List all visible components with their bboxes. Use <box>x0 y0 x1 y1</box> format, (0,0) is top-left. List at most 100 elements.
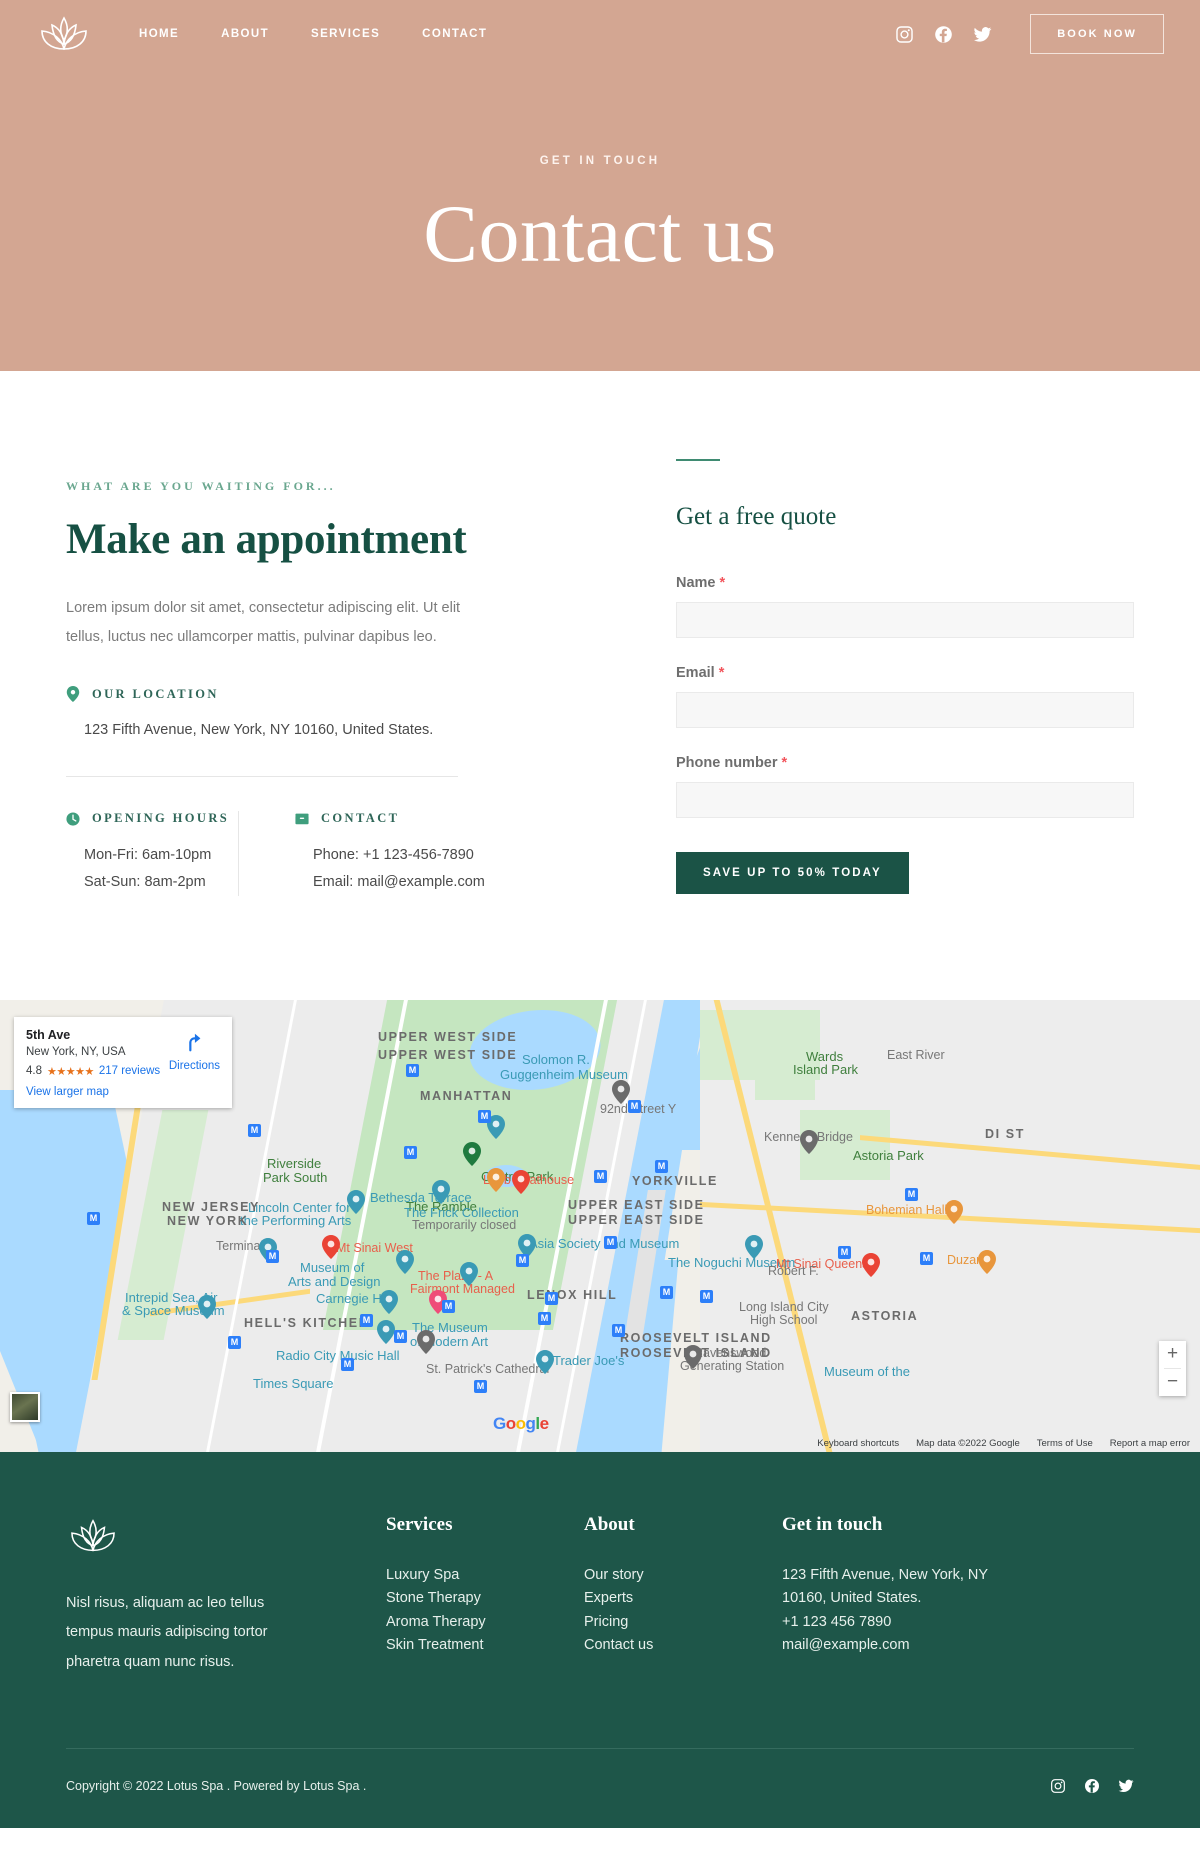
section-paragraph: Lorem ipsum dolor sit amet, consectetur … <box>66 600 461 646</box>
map-subway-marker[interactable]: M <box>838 1245 851 1259</box>
appointment-info-column: WHAT ARE YOU WAITING FOR... Make an appo… <box>66 459 576 896</box>
opening-hours-header: OPENING HOURS <box>66 811 238 827</box>
nav-item-services[interactable]: SERVICES <box>290 28 401 40</box>
map-marker-pin[interactable] <box>432 1179 450 1204</box>
map-marker-pin[interactable] <box>684 1344 702 1369</box>
footer-link-our-story[interactable]: Our story <box>584 1564 782 1587</box>
map-marker-pin[interactable] <box>536 1349 554 1374</box>
map-subway-marker[interactable]: M <box>87 1211 100 1225</box>
site-footer: Nisl risus, aliquam ac leo tellus tempus… <box>0 1451 1200 1828</box>
lotus-logo[interactable] <box>66 1514 120 1558</box>
map-marker-pin[interactable] <box>460 1261 478 1286</box>
map-zoom-out-button[interactable]: − <box>1159 1369 1186 1396</box>
map-subway-marker[interactable]: M <box>660 1285 673 1299</box>
map-satellite-thumbnail[interactable] <box>10 1391 40 1422</box>
map-subway-marker[interactable]: M <box>655 1159 668 1173</box>
map-subway-marker[interactable]: M <box>920 1251 933 1265</box>
twitter-icon[interactable] <box>1118 1778 1134 1794</box>
map-directions-button[interactable]: Directions <box>169 1031 220 1072</box>
footer-link-aroma-therapy[interactable]: Aroma Therapy <box>386 1611 584 1634</box>
instagram-icon[interactable] <box>895 25 914 44</box>
contact-details-block: CONTACT Phone: +1 123-456-7890 Email: ma… <box>238 810 576 896</box>
map-marker-pin[interactable] <box>978 1249 996 1274</box>
map-marker-pin[interactable] <box>347 1189 365 1214</box>
instagram-icon[interactable] <box>1050 1778 1066 1794</box>
footer-link-stone-therapy[interactable]: Stone Therapy <box>386 1587 584 1610</box>
facebook-icon[interactable] <box>1084 1778 1100 1794</box>
map-subway-marker[interactable]: M <box>516 1253 529 1267</box>
footer-link-pricing[interactable]: Pricing <box>584 1611 782 1634</box>
our-location-label: OUR LOCATION <box>92 686 219 701</box>
map-subway-marker[interactable]: M <box>474 1379 487 1393</box>
map-subway-marker[interactable]: M <box>538 1311 551 1325</box>
contact-section: WHAT ARE YOU WAITING FOR... Make an appo… <box>0 371 1200 1000</box>
lotus-logo[interactable] <box>36 11 92 57</box>
map-marker-pin[interactable] <box>380 1289 398 1314</box>
map-keyboard-shortcuts[interactable]: Keyboard shortcuts <box>817 1438 899 1449</box>
map-subway-marker[interactable]: M <box>545 1291 558 1305</box>
footer-social-links <box>1050 1778 1134 1794</box>
phone-input[interactable] <box>676 782 1134 818</box>
facebook-icon[interactable] <box>934 25 953 44</box>
footer-email[interactable]: mail@example.com <box>782 1634 1134 1657</box>
book-now-button[interactable]: BOOK NOW <box>1030 14 1164 54</box>
map-zoom-in-button[interactable]: + <box>1159 1341 1186 1368</box>
map-subway-marker[interactable]: M <box>628 1099 641 1113</box>
map-marker-pin[interactable] <box>396 1249 414 1274</box>
page-title: Contact us <box>423 187 777 279</box>
map-report-error[interactable]: Report a map error <box>1110 1438 1190 1449</box>
map-subway-marker[interactable]: M <box>700 1289 713 1303</box>
map-marker-pin[interactable] <box>945 1199 963 1224</box>
nav-item-contact[interactable]: CONTACT <box>401 28 508 40</box>
map-subway-marker[interactable]: M <box>341 1357 354 1371</box>
map-subway-marker[interactable]: M <box>406 1063 419 1077</box>
footer-link-contact-us[interactable]: Contact us <box>584 1634 782 1657</box>
nav-item-about[interactable]: ABOUT <box>200 28 290 40</box>
map-subway-marker[interactable]: M <box>478 1109 491 1123</box>
map-marker-pin[interactable] <box>463 1141 481 1166</box>
map-place-card[interactable]: 5th Ave New York, NY, USA 4.8 ★★★★★ 217 … <box>14 1016 232 1108</box>
nav-item-home[interactable]: HOME <box>118 28 200 40</box>
footer-phone[interactable]: +1 123 456 7890 <box>782 1611 1134 1634</box>
map-marker-pin[interactable] <box>862 1252 880 1277</box>
map-subway-marker[interactable]: M <box>266 1249 279 1263</box>
map-zoom-controls[interactable]: + − <box>1159 1340 1186 1396</box>
view-larger-map-link[interactable]: View larger map <box>26 1086 220 1098</box>
map-subway-marker[interactable]: M <box>360 1313 373 1327</box>
map-place-stars: ★★★★★ <box>47 1065 94 1078</box>
map-subway-marker[interactable]: M <box>604 1235 617 1249</box>
map-marker-pin[interactable] <box>800 1129 818 1154</box>
map-marker-pin[interactable] <box>487 1167 505 1192</box>
location-map[interactable]: UPPER WEST SIDE UPPER WEST SIDE MANHATTAN S… <box>0 999 1200 1452</box>
map-marker-pin[interactable] <box>417 1329 435 1354</box>
map-subway-marker[interactable]: M <box>248 1123 261 1137</box>
map-subway-marker[interactable]: M <box>905 1187 918 1201</box>
submit-quote-button[interactable]: SAVE UP TO 50% TODAY <box>676 852 909 894</box>
opening-hours-block: OPENING HOURS Mon-Fri: 6am-10pm Sat-Sun:… <box>66 811 238 896</box>
footer-link-luxury-spa[interactable]: Luxury Spa <box>386 1564 584 1587</box>
map-place-reviews[interactable]: 217 reviews <box>99 1065 160 1077</box>
map-marker-pin[interactable] <box>198 1294 216 1319</box>
footer-link-skin-treatment[interactable]: Skin Treatment <box>386 1634 584 1657</box>
map-subway-marker[interactable]: M <box>442 1299 455 1313</box>
map-marker-pin[interactable] <box>512 1169 530 1194</box>
map-terms-of-use[interactable]: Terms of Use <box>1037 1438 1093 1449</box>
phone-field-group: Phone number * <box>676 755 1134 818</box>
map-subway-marker[interactable]: M <box>612 1323 625 1337</box>
name-input[interactable] <box>676 602 1134 638</box>
map-marker-pin[interactable] <box>322 1234 340 1259</box>
map-marker-pin[interactable] <box>745 1234 763 1259</box>
form-title: Get a free quote <box>676 503 837 530</box>
map-marker-pin[interactable] <box>377 1319 395 1344</box>
map-subway-marker[interactable]: M <box>404 1145 417 1159</box>
footer-link-experts[interactable]: Experts <box>584 1587 782 1610</box>
email-field-group: Email * <box>676 665 1134 728</box>
footer-column-about: About Our story Experts Pricing Contact … <box>584 1514 782 1678</box>
email-input[interactable] <box>676 692 1134 728</box>
twitter-icon[interactable] <box>973 25 992 44</box>
opening-hours-line1: Mon-Fri: 6am-10pm <box>84 846 212 863</box>
map-subway-marker[interactable]: M <box>394 1329 407 1343</box>
email-label: Email * <box>676 665 1134 681</box>
map-subway-marker[interactable]: M <box>594 1169 607 1183</box>
map-subway-marker[interactable]: M <box>228 1335 241 1349</box>
